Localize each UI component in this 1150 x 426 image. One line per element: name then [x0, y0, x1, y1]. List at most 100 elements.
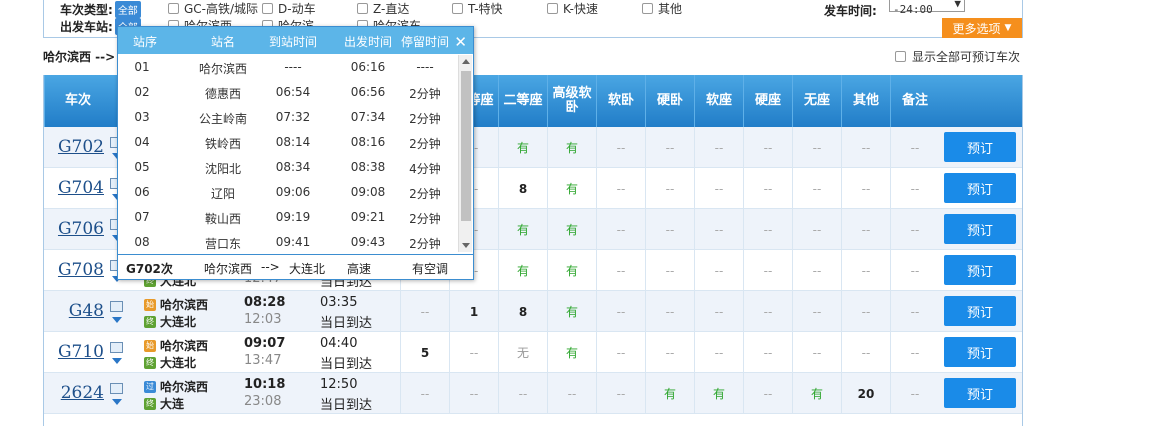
train-info-icon[interactable] [110, 342, 123, 353]
seat-availability: -- [400, 373, 449, 414]
seat-availability: -- [498, 373, 547, 414]
train-number-link[interactable]: 2624 [61, 383, 104, 403]
arrive-time: 12:03 [244, 312, 282, 327]
chevron-down-icon[interactable] [112, 358, 122, 364]
to-badge: 终 [144, 315, 156, 328]
from-station: 过哈尔滨西 [144, 380, 209, 394]
seat-availability: -- [743, 168, 792, 209]
train-number-link[interactable]: G48 [69, 301, 104, 321]
seat-availability: 有 [547, 209, 596, 250]
seat-availability: 有 [792, 373, 841, 414]
to-badge: 终 [144, 356, 156, 369]
book-button[interactable]: 预订 [944, 255, 1016, 285]
depart-time-label: 发车时间: [824, 4, 877, 18]
popup-stop-row: 07 鞍山西 09:19 09:21 2分钟 [118, 205, 458, 230]
train-type-all-button[interactable]: 全部 [114, 0, 141, 18]
stop-no: 07 [134, 210, 150, 224]
popup-arrow: --> [261, 260, 280, 274]
column-header: 硬座 [743, 75, 792, 127]
checkbox-icon[interactable] [642, 3, 653, 14]
scroll-thumb[interactable] [461, 71, 471, 221]
column-header: 备注 [890, 75, 939, 127]
popup-scrollbar[interactable] [458, 55, 472, 252]
train-info-icon[interactable] [110, 383, 123, 394]
type-option-gc[interactable]: GC-高铁/城际 [168, 0, 258, 17]
book-button[interactable]: 预订 [944, 132, 1016, 162]
seat-availability: -- [743, 373, 792, 414]
seat-availability: -- [645, 291, 694, 332]
popup-stop-row: 01 哈尔滨西 ---- 06:16 ---- [118, 55, 458, 80]
train-number-link[interactable]: G708 [58, 260, 104, 280]
seat-availability: -- [694, 209, 743, 250]
duration: 04:40 [320, 336, 358, 351]
seat-availability: -- [645, 332, 694, 373]
chevron-down-icon[interactable] [112, 317, 122, 323]
show-all-toggle[interactable]: 显示全部可预订车次 [895, 48, 1020, 65]
seat-availability: -- [841, 127, 890, 168]
seat-availability: -- [547, 373, 596, 414]
seat-availability: -- [694, 291, 743, 332]
seat-availability: -- [596, 168, 645, 209]
checkbox-icon[interactable] [452, 3, 463, 14]
seat-availability: 有 [547, 332, 596, 373]
type-option-t[interactable]: T-特快 [452, 0, 503, 17]
chevron-down-icon[interactable] [112, 399, 122, 405]
checkbox-icon[interactable] [357, 3, 368, 14]
train-info-icon[interactable] [110, 301, 123, 312]
book-button[interactable]: 预订 [944, 214, 1016, 244]
type-option-other[interactable]: 其他 [642, 0, 682, 17]
seat-availability: -- [792, 127, 841, 168]
stop-stay: 2分钟 [409, 87, 441, 101]
seat-availability: -- [645, 209, 694, 250]
depart-time-select[interactable]: 00:00--24:00▼ [889, 0, 965, 16]
type-option-z[interactable]: Z-直达 [357, 0, 409, 17]
type-option-k[interactable]: K-快速 [547, 0, 598, 17]
column-header: 高级软卧 [547, 75, 596, 127]
scroll-up-icon[interactable] [462, 59, 470, 64]
popup-stop-row: 02 德惠西 06:54 06:56 2分钟 [118, 80, 458, 105]
table-row: G48 始哈尔滨西终大连北 08:28 12:03 03:35 当日到达 -- 1 8 有 -- --… [44, 291, 1022, 332]
train-type-row: 车次类型: 全部 [60, 0, 147, 18]
duration: 03:35 [320, 295, 358, 310]
stop-no: 06 [134, 185, 150, 199]
seat-availability: -- [596, 332, 645, 373]
from-badge: 始 [144, 339, 156, 352]
train-number-link[interactable]: G706 [58, 219, 104, 239]
book-button[interactable]: 预订 [944, 378, 1016, 408]
popup-stop-row: 06 辽阳 09:06 09:08 2分钟 [118, 180, 458, 205]
more-options-button[interactable]: 更多选项 ▼ [942, 18, 1022, 38]
close-icon[interactable]: ✕ [454, 33, 467, 51]
train-number-link[interactable]: G702 [58, 137, 104, 157]
book-button[interactable]: 预订 [944, 337, 1016, 367]
checkbox-icon[interactable] [262, 3, 273, 14]
seat-availability: 有 [498, 209, 547, 250]
book-button[interactable]: 预订 [944, 296, 1016, 326]
seat-availability: -- [596, 373, 645, 414]
type-option-d[interactable]: D-动车 [262, 0, 316, 17]
chevron-down-icon: ▼ [1004, 23, 1012, 33]
checkbox-icon[interactable] [547, 3, 558, 14]
seat-availability: 有 [547, 250, 596, 291]
checkbox-icon[interactable] [895, 51, 906, 62]
seat-availability: -- [792, 209, 841, 250]
seat-availability: -- [890, 291, 939, 332]
depart-time: 10:18 [244, 377, 286, 392]
column-header: 其他 [841, 75, 890, 127]
popup-stop-row: 04 铁岭西 08:14 08:16 2分钟 [118, 130, 458, 155]
book-button[interactable]: 预订 [944, 173, 1016, 203]
scroll-down-icon[interactable] [462, 243, 470, 248]
seat-availability: -- [645, 168, 694, 209]
seat-availability: -- [694, 250, 743, 291]
column-header: 硬卧 [645, 75, 694, 127]
seat-availability: -- [645, 250, 694, 291]
seat-availability: -- [694, 332, 743, 373]
train-number-link[interactable]: G704 [58, 178, 104, 198]
popup-stop-row: 08 营口东 09:41 09:43 2分钟 [118, 230, 458, 255]
stop-stay: 2分钟 [409, 137, 441, 151]
checkbox-icon[interactable] [168, 3, 179, 14]
seat-availability: -- [792, 168, 841, 209]
stop-no: 04 [134, 135, 150, 149]
seat-availability: -- [743, 332, 792, 373]
seat-availability: -- [890, 332, 939, 373]
train-number-link[interactable]: G710 [58, 342, 104, 362]
